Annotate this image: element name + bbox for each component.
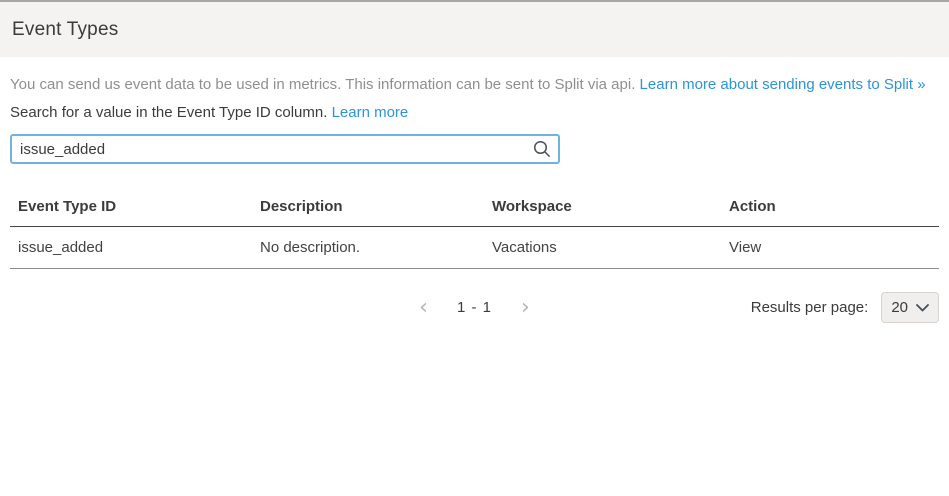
- page-title: Event Types: [12, 19, 118, 41]
- cell-workspace: Vacations: [484, 227, 721, 269]
- search-input[interactable]: [10, 134, 560, 164]
- main-content: You can send us event data to be used in…: [0, 76, 949, 323]
- event-types-table: Event Type ID Description Workspace Acti…: [10, 189, 939, 269]
- learn-more-sending-events-link[interactable]: Learn more about sending events to Split…: [640, 76, 926, 93]
- search-hint-body: Search for a value in the Event Type ID …: [10, 104, 332, 121]
- column-header-action: Action: [721, 189, 939, 227]
- search-hint-text: Search for a value in the Event Type ID …: [10, 104, 939, 121]
- results-per-page-label: Results per page:: [751, 299, 869, 316]
- pagination-bar: ‹ 1 - 1 › Results per page: 20: [10, 292, 939, 323]
- intro-text-body: You can send us event data to be used in…: [10, 76, 640, 93]
- column-header-description: Description: [252, 189, 484, 227]
- column-header-workspace: Workspace: [484, 189, 721, 227]
- results-per-page: Results per page: 20: [751, 292, 939, 323]
- learn-more-link[interactable]: Learn more: [332, 104, 409, 121]
- column-header-event-type-id: Event Type ID: [10, 189, 252, 227]
- view-link[interactable]: View: [729, 239, 761, 256]
- page-header: Event Types: [0, 0, 949, 57]
- cell-event-type-id: issue_added: [10, 227, 252, 269]
- page-range: 1 - 1: [457, 299, 492, 316]
- table-row: issue_added No description. Vacations Vi…: [10, 227, 939, 269]
- chevron-down-icon: [916, 304, 929, 312]
- intro-text: You can send us event data to be used in…: [10, 76, 939, 93]
- chevron-left-icon[interactable]: ‹: [419, 298, 428, 318]
- table-header-row: Event Type ID Description Workspace Acti…: [10, 189, 939, 227]
- chevron-right-icon[interactable]: ›: [521, 298, 530, 318]
- search-box: [10, 134, 560, 164]
- cell-action: View: [721, 227, 939, 269]
- cell-description: No description.: [252, 227, 484, 269]
- results-per-page-value: 20: [891, 299, 908, 316]
- search-icon[interactable]: [533, 140, 551, 158]
- results-per-page-select[interactable]: 20: [881, 292, 939, 323]
